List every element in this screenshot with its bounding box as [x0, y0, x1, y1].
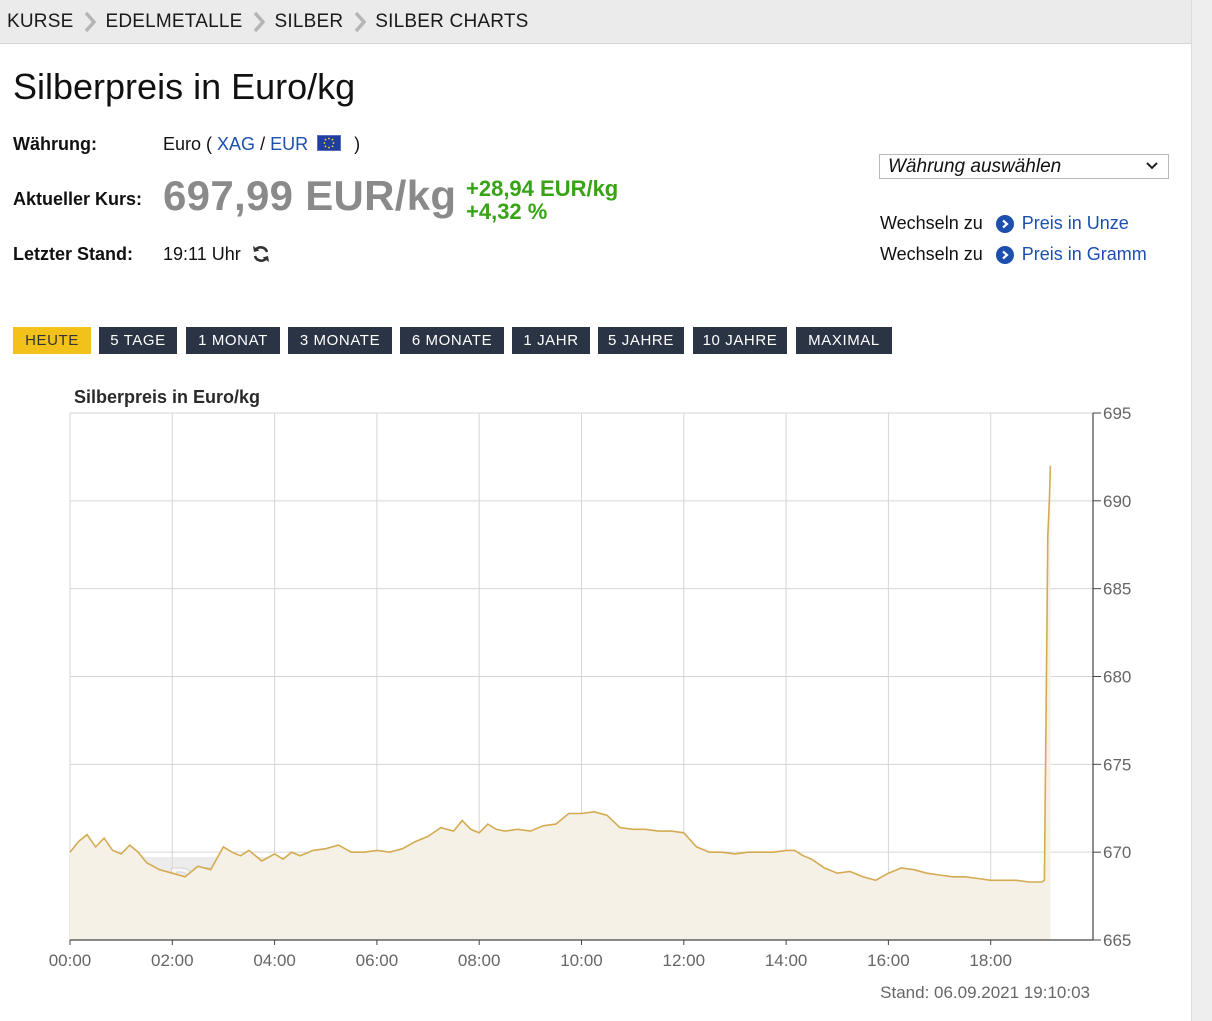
x-tick-label: 10:00 [560, 951, 603, 970]
y-tick-label: 675 [1103, 755, 1131, 774]
chevron-right-icon [249, 11, 269, 32]
updated-label: Letzter Stand: [13, 244, 134, 264]
breadcrumb: KURSE EDELMETALLE SILBER SILBER CHARTS [0, 0, 1191, 44]
chart-axes [70, 413, 1094, 941]
y-tick-label: 695 [1103, 404, 1131, 423]
price-label: Aktueller Kurs: [13, 189, 143, 209]
price-area [70, 465, 1051, 940]
x-tick-label: 00:00 [49, 951, 92, 970]
page-title: Silberpreis in Euro/kg [13, 66, 356, 107]
switch-gramm-prefix: Wechseln zu [880, 244, 983, 264]
tab-6-monate[interactable]: 6 MONATE [400, 327, 504, 354]
tab-1-monat[interactable]: 1 MONAT [186, 327, 280, 354]
breadcrumb-edelmetalle[interactable]: EDELMETALLE [105, 11, 242, 33]
current-price: 697,99 EUR/kg [163, 172, 457, 219]
breadcrumb-silber[interactable]: SILBER [274, 11, 343, 33]
tab-1-jahr[interactable]: 1 JAHR [512, 327, 590, 354]
xag-link[interactable]: XAG [217, 134, 255, 154]
chevron-right-icon [80, 11, 100, 32]
page-scrollbar[interactable] [1191, 0, 1212, 1021]
currency-value: Euro ( XAG / EUR ) [163, 134, 360, 155]
chevron-right-icon [350, 11, 370, 32]
refresh-icon[interactable] [251, 244, 271, 269]
eur-link[interactable]: EUR [270, 134, 308, 154]
chart-footnote: Stand: 06.09.2021 19:10:03 [880, 983, 1090, 1002]
breadcrumb-kurse[interactable]: KURSE [7, 11, 73, 33]
y-tick-label: 665 [1103, 931, 1131, 950]
currency-select-value: Währung auswählen [888, 156, 1062, 177]
tab-5-jahre[interactable]: 5 JAHRE [598, 327, 684, 354]
currency-select[interactable]: Währung auswählen [879, 154, 1169, 179]
y-tick-label: 670 [1103, 843, 1131, 862]
tab-5-tage[interactable]: 5 TAGE [99, 327, 177, 354]
x-tick-label: 02:00 [151, 951, 194, 970]
x-tick-label: 04:00 [253, 951, 296, 970]
y-tick-label: 680 [1103, 668, 1131, 687]
currency-slash: / [260, 134, 266, 154]
y-tick-label: 690 [1103, 492, 1131, 511]
chevron-down-icon [1146, 157, 1158, 181]
chart-title: Silberpreis in Euro/kg [74, 387, 260, 407]
price-change-percent: +4,32 % [466, 199, 548, 224]
y-axis-ticks: 665 670 675 680 685 690 695 [1093, 404, 1131, 950]
y-tick-label: 685 [1103, 580, 1131, 599]
preis-in-unze-link[interactable]: Preis in Unze [1022, 213, 1129, 234]
currency-name: Euro ( [163, 134, 213, 154]
chevron-circle-right-icon[interactable] [995, 245, 1014, 264]
tab-heute[interactable]: HEUTE [13, 327, 91, 354]
switch-unze: Wechseln zu Preis in Unze [880, 213, 1129, 234]
currency-label: Währung: [13, 134, 97, 154]
switch-gramm: Wechseln zu Preis in Gramm [880, 244, 1147, 265]
chart-watermark: GOLDSEITEN.DE DIE GOLDSEITEN [90, 857, 386, 920]
currency-close: ) [354, 134, 361, 154]
tab-maximal[interactable]: MAXIMAL [796, 327, 892, 354]
preis-in-gramm-link[interactable]: Preis in Gramm [1022, 244, 1147, 265]
eu-flag-icon [317, 135, 342, 151]
x-tick-label: 14:00 [765, 951, 808, 970]
x-tick-label: 18:00 [969, 951, 1012, 970]
tab-3-monate[interactable]: 3 MONATE [288, 327, 392, 354]
updated-time: 19:11 Uhr [163, 244, 241, 264]
chart-grid [69, 412, 1093, 941]
watermark-main: GOLDSEITEN.DE [91, 860, 385, 901]
x-tick-label: 12:00 [663, 951, 706, 970]
x-tick-label: 08:00 [458, 951, 501, 970]
x-tick-label: 06:00 [356, 951, 399, 970]
price-line [69, 465, 1052, 883]
x-tick-label: 16:00 [867, 951, 910, 970]
x-axis-ticks: 00:00 02:00 04:00 06:00 08:00 10:00 12:00 14:00… [49, 940, 1012, 970]
watermark-sub: DIE GOLDSEITEN [136, 908, 340, 920]
switch-unze-prefix: Wechseln zu [880, 213, 983, 233]
breadcrumb-silber-charts[interactable]: SILBER CHARTS [375, 11, 528, 33]
tab-10-jahre[interactable]: 10 JAHRE [693, 327, 787, 354]
chevron-circle-right-icon[interactable] [995, 214, 1014, 233]
